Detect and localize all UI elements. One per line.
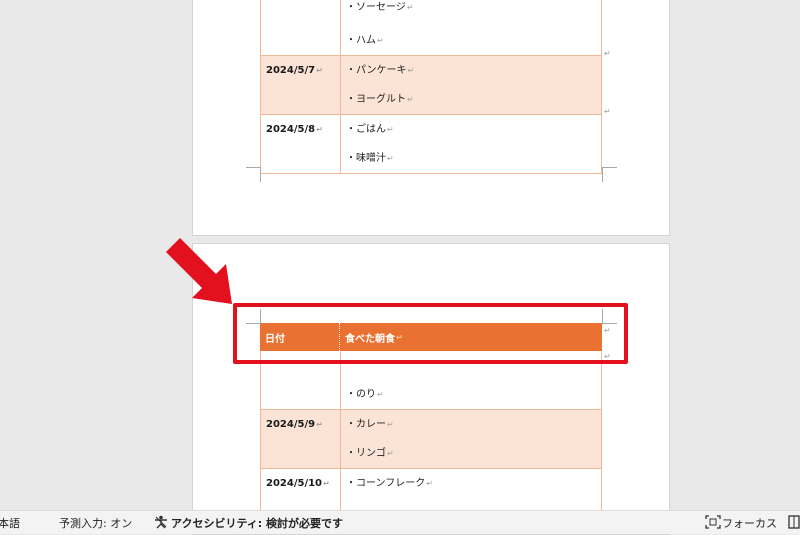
highlight-box: [233, 303, 628, 364]
date-cell[interactable]: 2024/5/8↵: [261, 115, 341, 173]
items-cell[interactable]: ・ごはん↵ ・味噌汁↵: [341, 115, 601, 173]
table-row: ・ソーセージ↵ ・ハム↵: [260, 0, 602, 56]
list-item: ・リンゴ: [346, 448, 386, 459]
list-item: ・パンケーキ: [346, 65, 407, 76]
row-end-mark: ↵: [604, 49, 611, 58]
table-row: 2024/5/8↵ ・ごはん↵ ・味噌汁↵: [260, 115, 602, 174]
items-cell[interactable]: ・ソーセージ↵ ・ハム↵: [341, 0, 601, 55]
document-page-1: ・ソーセージ↵ ・ハム↵ 2024/5/7↵ ・パンケーキ↵ ・ヨーグルト↵ 2…: [192, 0, 670, 236]
list-item: ・ヨーグルト: [346, 94, 406, 105]
date-cell[interactable]: 2024/5/9↵: [261, 410, 341, 468]
table-row: 2024/5/9↵ ・カレー↵ ・リンゴ↵: [260, 410, 602, 469]
margin-corner-marker: [246, 167, 261, 182]
document-page-2: 日付 食べた朝食 ↵ ・のり↵ 2024/5/9↵ ・カレー↵ ・リンゴ↵ 202…: [192, 243, 670, 535]
list-item: ・カレー: [346, 419, 386, 430]
read-mode-icon[interactable]: [788, 515, 800, 529]
row-end-mark: ↵: [604, 107, 611, 116]
list-item: ・ごはん: [346, 124, 386, 135]
items-cell[interactable]: ・パンケーキ↵ ・ヨーグルト↵: [341, 56, 601, 114]
list-item: ・のり: [346, 389, 376, 400]
list-item: ・味噌汁: [346, 153, 386, 164]
date-cell[interactable]: 2024/5/7↵: [261, 56, 341, 114]
breakfast-table-part-1: ・ソーセージ↵ ・ハム↵ 2024/5/7↵ ・パンケーキ↵ ・ヨーグルト↵ 2…: [260, 0, 602, 174]
red-arrow-icon: [166, 238, 232, 304]
accessibility-status[interactable]: アクセシビリティ: 検討が必要です: [171, 515, 343, 531]
items-cell[interactable]: ・カレー↵ ・リンゴ↵: [341, 410, 601, 468]
status-bar: 本語 予測入力: オン アクセシビリティ: 検討が必要です フォーカス: [0, 510, 800, 534]
table-row: 2024/5/7↵ ・パンケーキ↵ ・ヨーグルト↵: [260, 56, 602, 115]
date-cell[interactable]: [261, 0, 341, 55]
language-status[interactable]: 本語: [0, 515, 20, 531]
accessibility-icon: [155, 515, 167, 529]
focus-icon: [705, 515, 721, 529]
list-item: ・コーンフレーク: [346, 478, 426, 489]
focus-button[interactable]: フォーカス: [722, 515, 777, 531]
margin-corner-marker: [602, 167, 617, 182]
predictive-input-status[interactable]: 予測入力: オン: [59, 515, 132, 531]
list-item: ・ソーセージ: [346, 2, 406, 13]
list-item: ・ハム: [346, 35, 376, 46]
